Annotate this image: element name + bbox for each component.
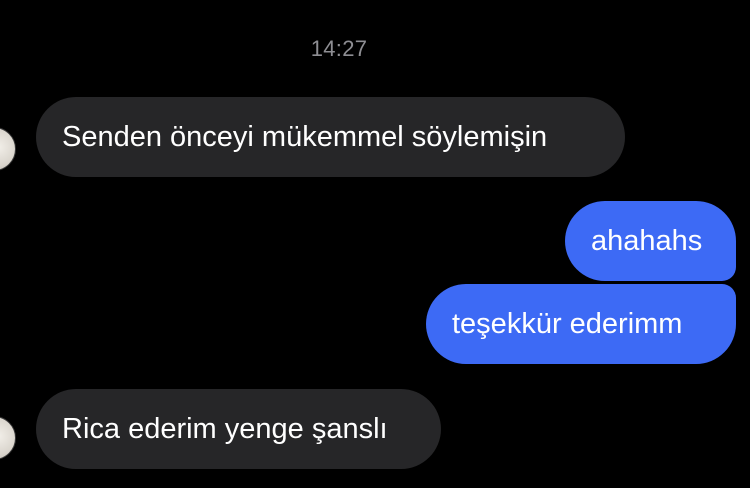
contact-avatar[interactable] (0, 416, 16, 460)
contact-avatar[interactable] (0, 127, 16, 171)
incoming-message-bubble[interactable]: Rica ederim yenge şanslı (36, 389, 441, 469)
message-timestamp: 14:27 (310, 36, 368, 61)
incoming-message-bubble[interactable]: Senden önceyi mükemmel söylemişin (36, 97, 625, 177)
outgoing-message-bubble[interactable]: teşekkür ederimm (426, 284, 736, 364)
outgoing-message-bubble[interactable]: ahahahs (565, 201, 736, 281)
